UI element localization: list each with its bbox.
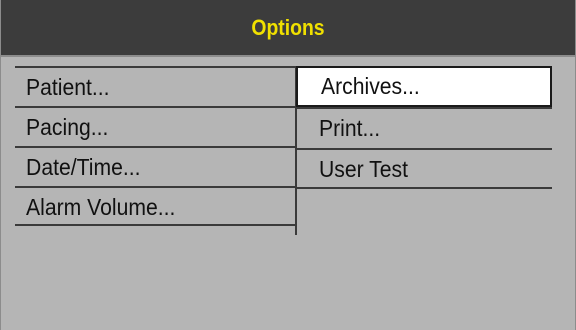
menu-column-right: Archives... Print... User Test [296, 66, 552, 189]
menu-item-label: Pacing... [26, 114, 109, 140]
menu-item-label: User Test [319, 156, 408, 182]
options-dialog: Options Patient... Pacing... Date/Time..… [0, 0, 576, 330]
menu-item-label: Archives... [321, 73, 420, 99]
dialog-title: Options [251, 15, 325, 40]
menu-item-label: Patient... [26, 74, 110, 100]
menu-item-user-test[interactable]: User Test [296, 148, 552, 189]
menu-item-archives[interactable]: Archives... [296, 66, 552, 107]
menu-item-label: Alarm Volume... [26, 194, 176, 220]
menu-item-pacing[interactable]: Pacing... [15, 106, 295, 146]
menu-item-print[interactable]: Print... [296, 107, 552, 148]
menu-item-alarm-volume[interactable]: Alarm Volume... [15, 186, 295, 226]
menu-item-label: Print... [319, 115, 381, 141]
title-bar: Options [1, 0, 575, 57]
menu-item-label: Date/Time... [26, 154, 141, 180]
menu-item-date-time[interactable]: Date/Time... [15, 146, 295, 186]
menu-column-left: Patient... Pacing... Date/Time... Alarm … [15, 66, 297, 235]
menu-item-patient[interactable]: Patient... [15, 66, 295, 106]
